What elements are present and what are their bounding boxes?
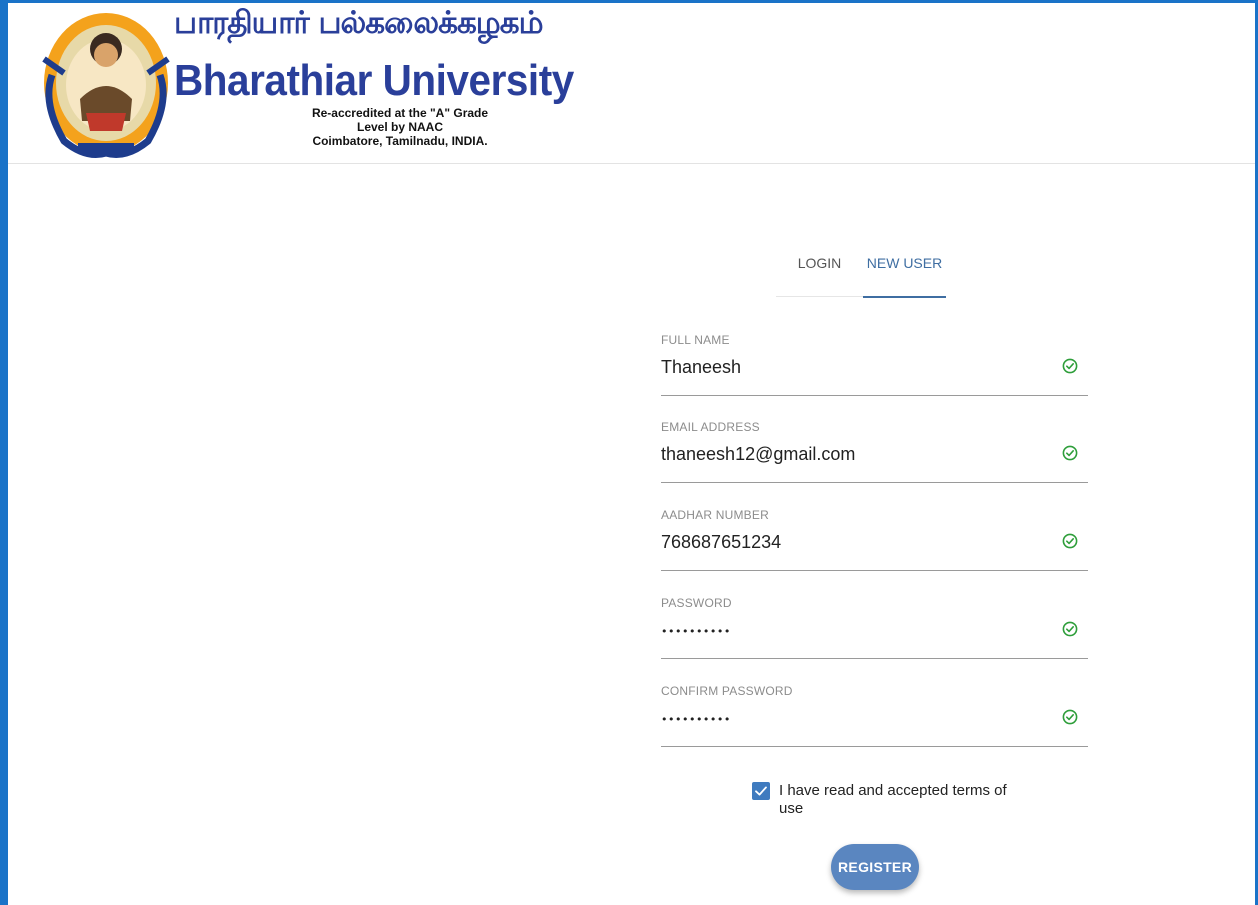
check-circle-icon <box>1062 533 1078 549</box>
email-label: EMAIL ADDRESS <box>661 420 760 434</box>
check-circle-icon <box>1062 621 1078 637</box>
password-input[interactable]: •••••••••• <box>661 625 731 639</box>
terms-checkbox[interactable] <box>752 782 770 800</box>
university-name-tamil: பாரதியார் பல்கலைக்கழகம் <box>174 5 544 41</box>
confirm-password-label: CONFIRM PASSWORD <box>661 684 793 698</box>
accreditation-text: Re-accredited at the "A" Grade Level by … <box>311 106 489 134</box>
check-circle-icon <box>1062 445 1078 461</box>
auth-tabs: LOGIN NEW USER <box>776 246 946 298</box>
full-name-input[interactable] <box>661 353 1051 381</box>
check-circle-icon <box>1062 709 1078 725</box>
register-button[interactable]: REGISTER <box>831 844 919 890</box>
aadhar-number-field: AADHAR NUMBER <box>661 508 1088 571</box>
site-header: பாரதியார் பல்கலைக்கழகம் Bharathiar Unive… <box>8 3 1255 164</box>
full-name-label: FULL NAME <box>661 333 730 347</box>
tab-login[interactable]: LOGIN <box>776 246 863 297</box>
terms-label: I have read and accepted terms of use <box>779 782 1007 817</box>
aadhar-number-input[interactable] <box>661 528 1051 556</box>
university-seal-logo <box>42 13 170 158</box>
full-name-field: FULL NAME <box>661 333 1088 396</box>
email-input[interactable] <box>661 440 1051 468</box>
check-circle-icon <box>1062 358 1078 374</box>
confirm-password-input[interactable]: •••••••••• <box>661 713 731 727</box>
confirm-password-field[interactable]: CONFIRM PASSWORD •••••••••• <box>661 684 1088 747</box>
aadhar-number-label: AADHAR NUMBER <box>661 508 769 522</box>
accreditation-info: Re-accredited at the "A" Grade Level by … <box>300 106 500 148</box>
tab-new-user[interactable]: NEW USER <box>863 246 946 298</box>
terms-row: I have read and accepted terms of use <box>752 780 1012 817</box>
university-name-english: Bharathiar University <box>174 56 574 105</box>
password-label: PASSWORD <box>661 596 732 610</box>
checkmark-icon <box>755 786 767 796</box>
password-field[interactable]: PASSWORD •••••••••• <box>661 596 1088 659</box>
email-field: EMAIL ADDRESS <box>661 420 1088 483</box>
location-text: Coimbatore, Tamilnadu, INDIA. <box>312 134 488 148</box>
